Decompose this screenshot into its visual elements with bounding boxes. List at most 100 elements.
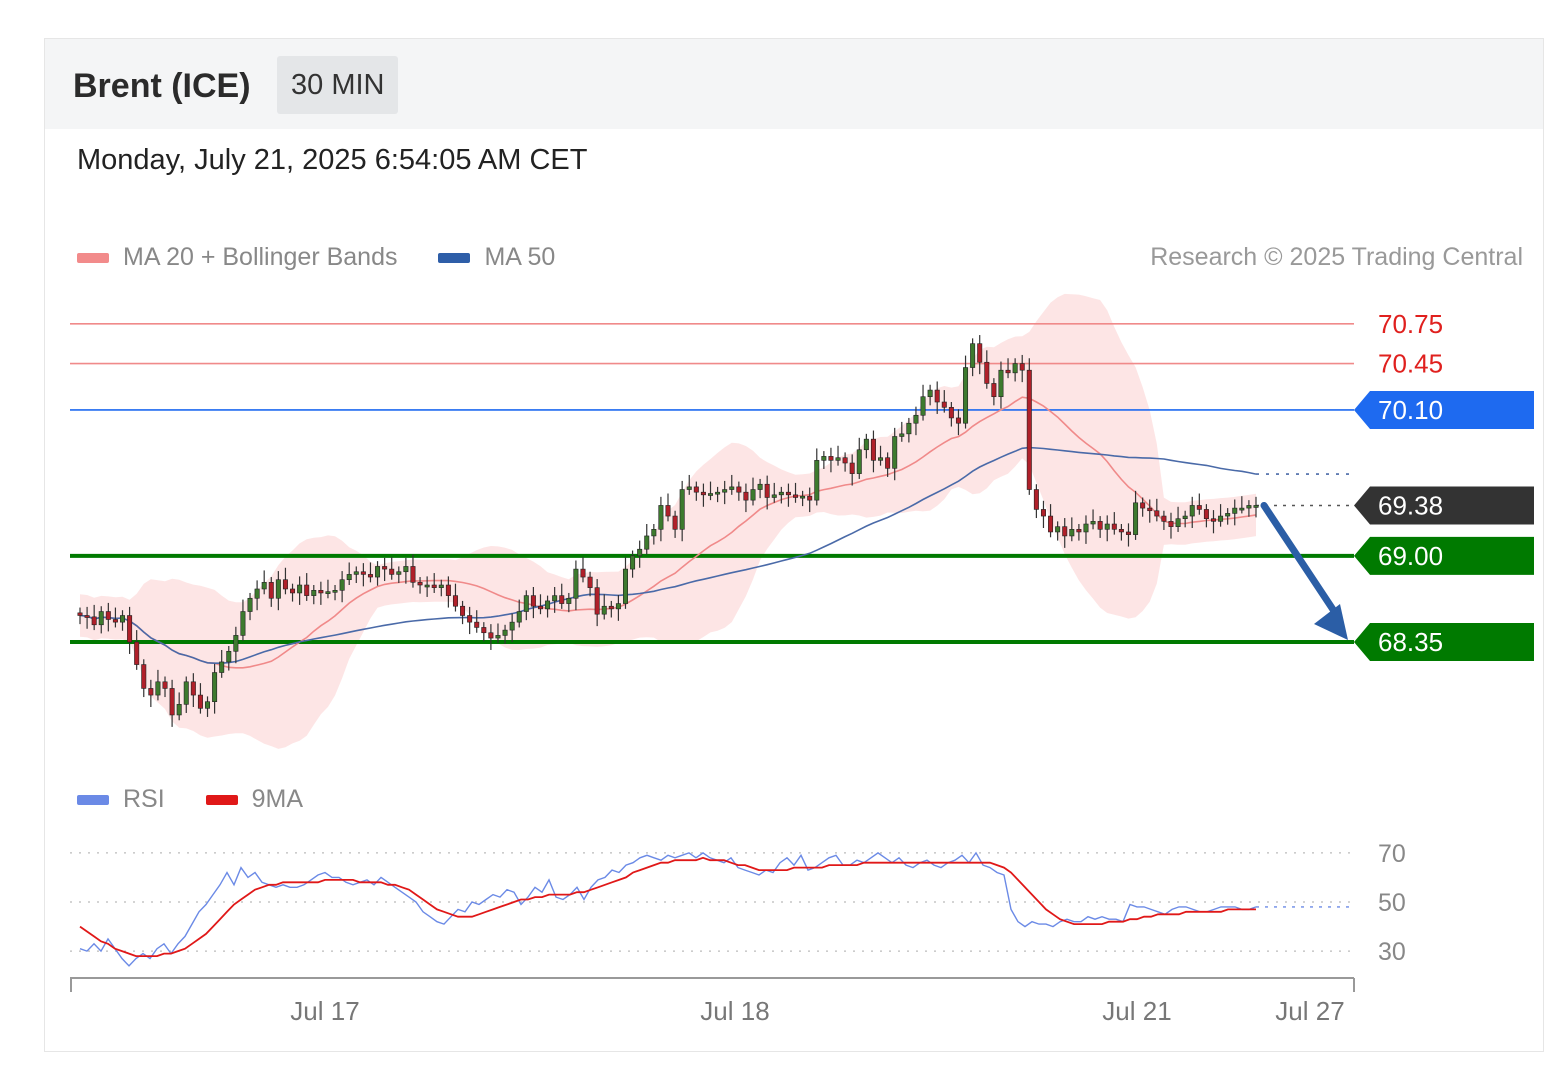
candle-body [594, 587, 600, 615]
candle-body [474, 621, 480, 628]
candle-body [1125, 531, 1131, 535]
candle-body [190, 681, 196, 696]
candle-body [205, 701, 211, 709]
candle-body [1069, 529, 1075, 537]
candle-body [686, 486, 692, 490]
candle-body [651, 529, 657, 537]
level-label-3: 69.38 [1378, 490, 1443, 520]
candle-body [856, 449, 862, 474]
candle-body [226, 651, 232, 663]
candle-body [566, 597, 572, 604]
candle-body [622, 568, 628, 604]
candle-body [644, 535, 650, 550]
candle-body [963, 367, 969, 424]
candle-body [311, 590, 317, 596]
candle-body [112, 619, 118, 623]
candle-body [1147, 507, 1153, 512]
candle-body [573, 568, 579, 599]
candle-body [1154, 510, 1160, 517]
candle-body [212, 672, 218, 702]
candle-body [1062, 526, 1068, 537]
candle-body [1090, 521, 1096, 525]
candle-body [360, 571, 366, 575]
candle-body [467, 615, 473, 623]
candle-body [403, 566, 409, 573]
candle-body [1019, 363, 1025, 371]
rsi-tick-label-70: 70 [1378, 840, 1406, 868]
candle-body [375, 566, 381, 578]
candle-body [821, 456, 827, 461]
candle-body [672, 515, 678, 530]
rsi-tick-label-50: 50 [1378, 889, 1406, 917]
candle-body [1133, 502, 1139, 535]
candle-body [424, 584, 430, 588]
candle-body [977, 343, 983, 363]
candle-body [127, 615, 133, 643]
candle-body [1118, 529, 1124, 533]
candle-body [842, 457, 848, 464]
candle-body [396, 571, 402, 575]
candle-body [169, 688, 175, 716]
candle-body [509, 621, 515, 631]
candle-body [1246, 505, 1252, 509]
level-label-5: 68.35 [1378, 627, 1443, 657]
candle-body [1210, 518, 1216, 522]
candle-body [849, 462, 855, 474]
candle-body [828, 456, 834, 461]
candle-body [77, 612, 83, 616]
candle-body [637, 548, 643, 557]
candle-body [91, 616, 97, 626]
candle-body [630, 555, 636, 570]
candle-body [176, 704, 182, 716]
chart-canvas: 70.75 70.45 70.10 69.38 69.00 68.35 70 50 30 Jul … [70, 293, 1534, 1026]
candle-body [970, 343, 976, 368]
candle-body [1182, 515, 1188, 520]
candle-body [580, 568, 586, 578]
candle-body [1232, 507, 1238, 514]
x-axis-label: Jul 17 [290, 996, 359, 1026]
candle-body [899, 433, 905, 437]
candle-body [240, 611, 246, 636]
candle-body [1203, 509, 1209, 520]
candle-body [247, 597, 253, 612]
candle-body [98, 611, 104, 626]
candle-body [297, 584, 303, 594]
candle-body [304, 584, 310, 596]
candle-body [615, 603, 621, 610]
candle-body [750, 489, 756, 501]
candle-body [325, 591, 331, 594]
candle-body [658, 505, 664, 530]
candle-body [389, 568, 395, 575]
candle-body [1225, 513, 1231, 517]
level-label-4: 69.00 [1378, 541, 1443, 571]
candle-body [148, 688, 154, 696]
candle-body [906, 422, 912, 435]
candle-body [445, 584, 451, 596]
candle-body [382, 566, 388, 570]
level-label-0: 70.75 [1378, 309, 1443, 339]
candle-body [183, 681, 189, 705]
candle-body [807, 495, 813, 501]
candle-body [941, 401, 947, 408]
candle-body [495, 635, 501, 639]
candle-body [991, 383, 997, 398]
candle-body [1083, 523, 1089, 533]
candle-body [84, 615, 90, 618]
candle-body [835, 457, 841, 461]
candle-body [892, 436, 898, 469]
candle-body [545, 600, 551, 610]
level-label-1: 70.45 [1378, 349, 1443, 379]
candle-body [530, 595, 536, 607]
candle-body [927, 389, 933, 398]
candle-body [1005, 369, 1011, 374]
x-axis-label: Jul 18 [700, 996, 769, 1026]
candle-body [729, 486, 735, 490]
candle-body [155, 681, 161, 696]
candle-body [261, 582, 267, 590]
candle-body [722, 489, 728, 493]
candle-body [771, 494, 777, 498]
candle-body [764, 483, 770, 498]
candle-body [700, 491, 706, 496]
candle-body [778, 491, 784, 496]
forecast-arrow-shaft [1260, 501, 1340, 618]
